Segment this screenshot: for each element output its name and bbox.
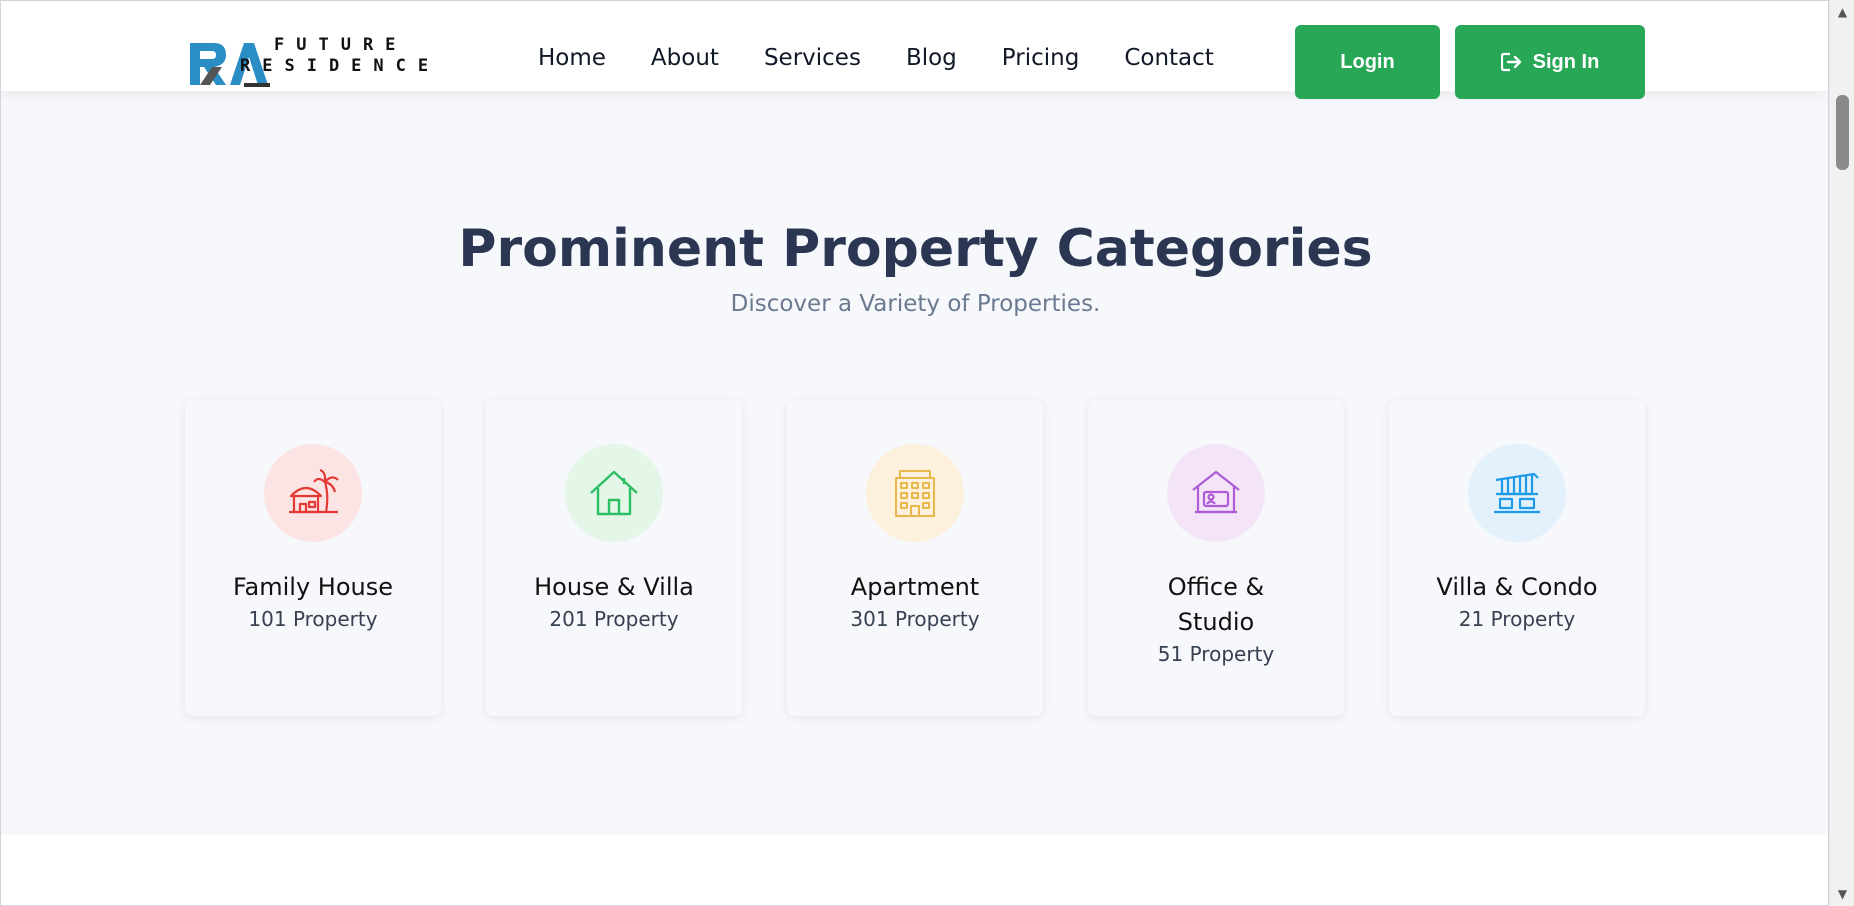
apartment-building-icon	[895, 470, 935, 517]
next-section-edge	[1, 835, 1828, 905]
category-cards: Family House 101 Property House & Villa …	[185, 400, 1645, 716]
logo-text-line2: RESIDENCE	[240, 56, 441, 76]
sign-in-icon	[1500, 52, 1521, 72]
category-card-office-studio[interactable]: Office & Studio 51 Property	[1088, 400, 1344, 716]
nav-pricing[interactable]: Pricing	[1002, 45, 1080, 71]
house-icon	[590, 470, 638, 516]
category-icon-circle	[1167, 444, 1265, 542]
category-count: 21 Property	[1458, 607, 1576, 631]
nav-about[interactable]: About	[651, 45, 719, 71]
category-count: 51 Property	[1157, 642, 1275, 666]
beach-hut-icon	[289, 468, 339, 514]
category-card-house-villa[interactable]: House & Villa 201 Property	[486, 400, 742, 716]
scrollbar-thumb[interactable]	[1836, 95, 1849, 170]
sign-in-label: Sign In	[1532, 50, 1600, 73]
nav-services[interactable]: Services	[764, 45, 861, 71]
site-logo[interactable]: FUTURE RESIDENCE	[186, 31, 446, 87]
category-icon-circle	[866, 444, 964, 542]
category-name: Family House	[232, 573, 394, 601]
category-icon-circle	[565, 444, 663, 542]
category-card-villa-condo[interactable]: Villa & Condo 21 Property	[1389, 400, 1645, 716]
category-name: Villa & Condo	[1436, 573, 1598, 601]
login-label: Login	[1340, 50, 1395, 73]
category-card-apartment[interactable]: Apartment 301 Property	[787, 400, 1043, 716]
category-name: Apartment	[850, 573, 980, 601]
category-card-family-house[interactable]: Family House 101 Property	[185, 400, 441, 716]
logo-text-line1: FUTURE	[274, 35, 408, 55]
category-count: 201 Property	[549, 607, 679, 631]
scroll-up-arrow-icon[interactable]: ▲	[1830, 2, 1854, 22]
category-count: 101 Property	[248, 607, 378, 631]
site-header: FUTURE RESIDENCE Home About Services Blo…	[1, 1, 1828, 99]
nav-blog[interactable]: Blog	[906, 45, 957, 71]
villa-condo-icon	[1494, 472, 1540, 514]
category-icon-circle	[1468, 444, 1566, 542]
section-subtitle: Discover a Variety of Properties.	[730, 291, 1101, 317]
scroll-down-arrow-icon[interactable]: ▼	[1830, 884, 1854, 904]
main-nav: Home About Services Blog Pricing Contact	[538, 45, 1214, 71]
browser-viewport: FUTURE RESIDENCE Home About Services Blo…	[0, 0, 1829, 906]
categories-section: Prominent Property Categories Discover a…	[1, 91, 1828, 835]
login-button[interactable]: Login	[1295, 25, 1440, 99]
section-title: Prominent Property Categories	[458, 219, 1373, 279]
vertical-scrollbar[interactable]: ▲ ▼	[1829, 0, 1854, 906]
category-name: Office & Studio	[1167, 573, 1265, 636]
sign-in-button[interactable]: Sign In	[1455, 25, 1645, 99]
nav-home[interactable]: Home	[538, 45, 606, 71]
category-icon-circle	[264, 444, 362, 542]
office-studio-icon	[1192, 470, 1240, 514]
category-count: 301 Property	[850, 607, 980, 631]
category-name: House & Villa	[534, 573, 694, 601]
nav-contact[interactable]: Contact	[1124, 45, 1213, 71]
